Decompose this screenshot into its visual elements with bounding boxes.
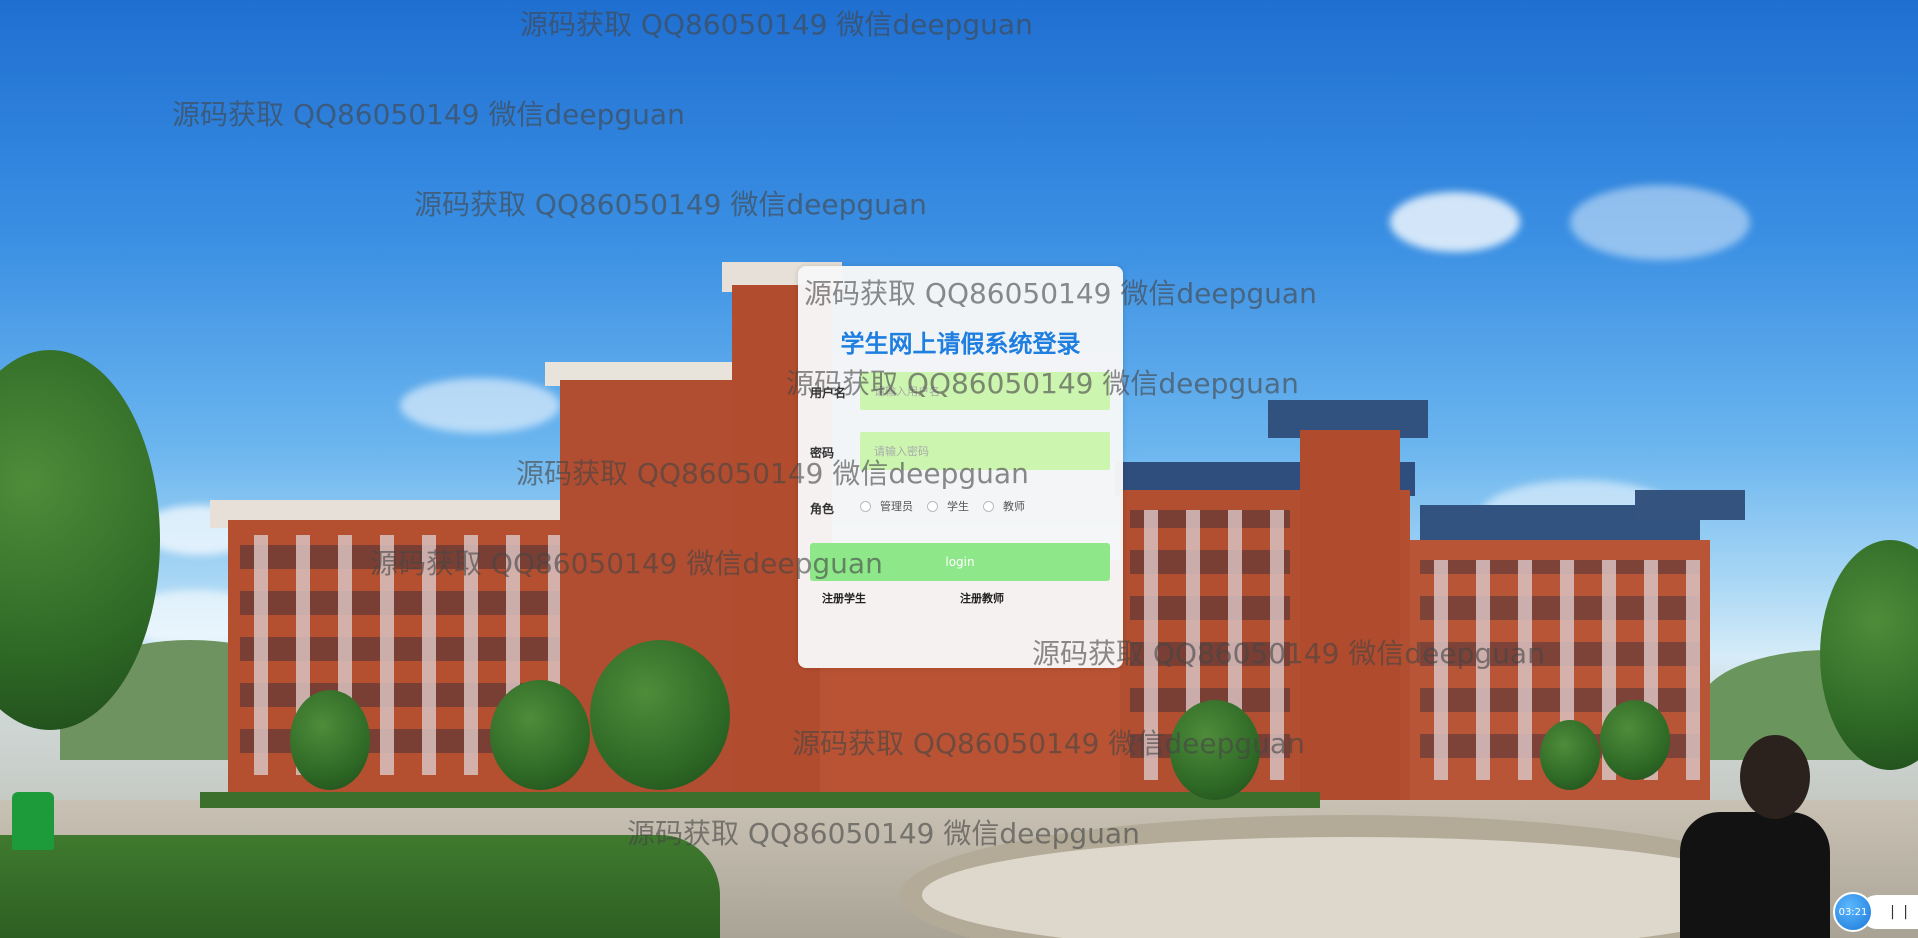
pause-icon: | | <box>1890 904 1910 920</box>
tree <box>490 680 590 790</box>
watermark-text: 源码获取 QQ86050149 微信deepguan <box>520 8 1033 41</box>
role-option-teacher[interactable]: 教师 <box>983 498 1025 514</box>
hedge <box>200 792 1320 808</box>
login-button[interactable]: login <box>810 543 1110 581</box>
role-option-label: 管理员 <box>880 500 913 513</box>
tree <box>1170 700 1260 800</box>
tree <box>290 690 370 790</box>
register-teacher-link[interactable]: 注册教师 <box>960 590 1004 606</box>
recording-timer[interactable]: 03:21 <box>1833 892 1873 932</box>
watermark-text: 源码获取 QQ86050149 微信deepguan <box>414 188 927 221</box>
login-form: 学生网上请假系统登录 用户名 密码 角色 管理员 学生 教师 login 注册学… <box>798 266 1123 668</box>
cloud <box>1570 185 1750 260</box>
role-option-label: 学生 <box>947 500 969 513</box>
role-radio-group: 管理员 学生 教师 <box>860 498 1039 514</box>
person-head <box>1740 735 1810 819</box>
radio-button[interactable] <box>860 500 871 512</box>
role-label: 角色 <box>810 502 835 516</box>
password-input[interactable] <box>860 432 1110 470</box>
role-option-label: 教师 <box>1003 500 1025 513</box>
timer-text: 03:21 <box>1838 906 1868 918</box>
hedge <box>0 835 720 938</box>
login-title: 学生网上请假系统登录 <box>840 330 1081 358</box>
building-roof <box>1635 490 1745 520</box>
building-right-tower <box>1300 430 1400 805</box>
tree <box>590 640 730 790</box>
password-label: 密码 <box>810 446 835 460</box>
radio-button[interactable] <box>927 500 938 512</box>
watermark-text: 源码获取 QQ86050149 微信deepguan <box>172 98 685 131</box>
role-option-admin[interactable]: 管理员 <box>860 498 913 514</box>
role-option-student[interactable]: 学生 <box>927 498 969 514</box>
username-input[interactable] <box>860 372 1110 410</box>
radio-button[interactable] <box>983 500 994 512</box>
tree <box>1600 700 1670 780</box>
tree <box>1540 720 1600 790</box>
cloud <box>1390 192 1520 252</box>
login-page: 学生网上请假系统登录 用户名 密码 角色 管理员 学生 教师 login 注册学… <box>0 0 1918 938</box>
register-student-link[interactable]: 注册学生 <box>822 590 866 606</box>
person <box>1680 812 1830 938</box>
username-label: 用户名 <box>810 386 847 400</box>
trash-bin <box>12 792 54 850</box>
cloud <box>400 378 560 433</box>
